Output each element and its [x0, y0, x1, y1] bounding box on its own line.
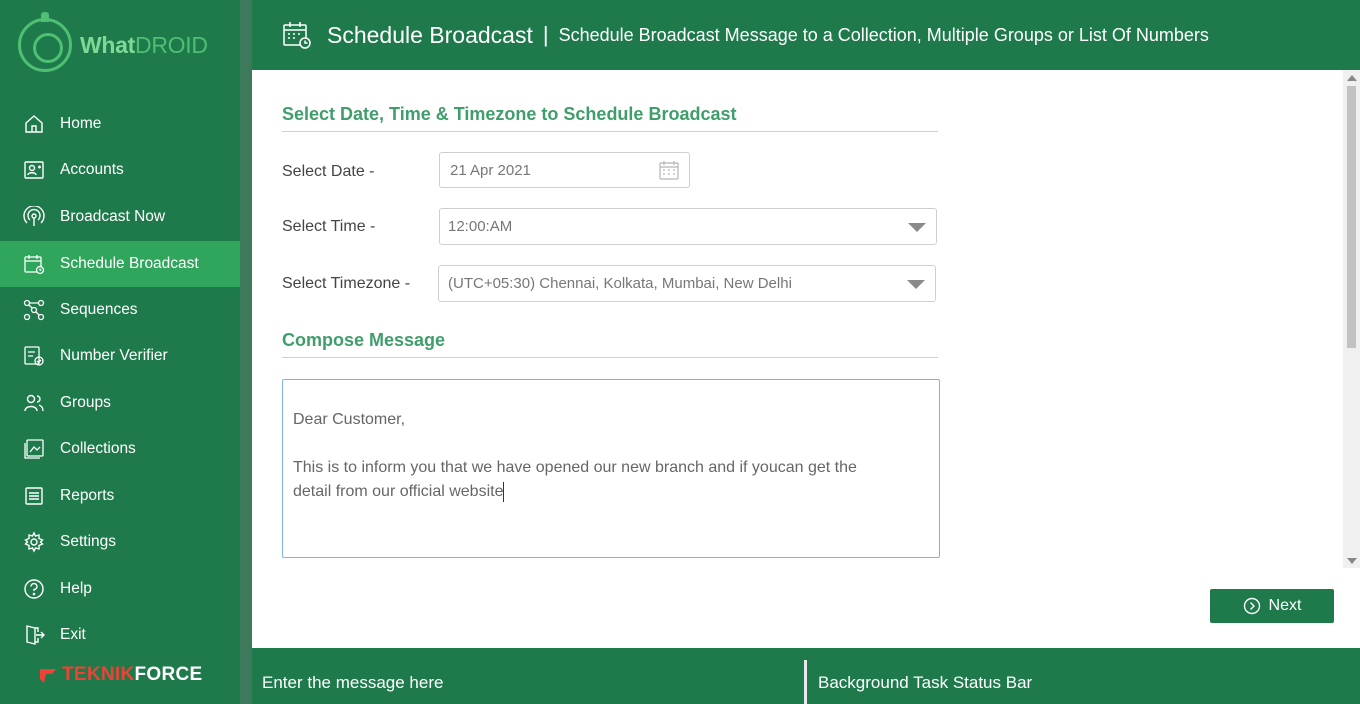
time-select[interactable]: 12:00:AM	[439, 208, 937, 245]
number-verifier-icon	[23, 345, 45, 367]
groups-icon	[23, 392, 45, 414]
message-line-last: detail from our official website	[293, 480, 929, 504]
accounts-icon	[23, 159, 45, 181]
sidebar-item-collections[interactable]: Collections	[0, 426, 240, 472]
sidebar-item-label: Broadcast Now	[60, 208, 166, 225]
header-separator: |	[542, 22, 549, 47]
timezone-select[interactable]: (UTC+05:30) Chennai, Kolkata, Mumbai, Ne…	[438, 265, 936, 302]
sidebar-item-label: Schedule Broadcast	[60, 255, 199, 272]
calendar-icon	[283, 22, 311, 49]
sidebar-item-label: Sequences	[60, 301, 138, 318]
page-title: Schedule Broadcast	[327, 21, 533, 48]
circle-chevron-right-icon	[1243, 597, 1260, 615]
scrollbar-thumb[interactable]	[1347, 86, 1356, 348]
calendar-icon	[23, 253, 45, 275]
brand-part2: FORCE	[134, 664, 203, 685]
message-textarea[interactable]: Dear Customer, This is to inform you tha…	[282, 379, 940, 558]
gear-icon	[23, 531, 45, 553]
app-name: WhatDROID	[80, 32, 208, 59]
next-label: Next	[1268, 597, 1302, 614]
chevron-down-icon	[907, 280, 925, 289]
reports-icon	[23, 485, 45, 507]
page-subtitle: Schedule Broadcast Message to a Collecti…	[558, 24, 1209, 45]
help-icon	[23, 578, 45, 600]
sidebar-item-exit[interactable]: Exit	[0, 612, 240, 658]
message-line: Dear Customer,	[293, 411, 406, 428]
status-divider	[804, 660, 807, 704]
app-name-part2: DROID	[135, 31, 208, 58]
home-icon	[23, 113, 45, 135]
brand-part1: TEKNIK	[62, 664, 135, 685]
whatdroid-logo-icon	[18, 12, 72, 72]
compose-section-title: Compose Message	[282, 330, 938, 358]
sidebar-item-label: Number Verifier	[60, 347, 168, 364]
page-header: Schedule Broadcast | Schedule Broadcast …	[252, 0, 1360, 70]
sidebar-item-label: Exit	[60, 626, 86, 643]
timezone-value: (UTC+05:30) Chennai, Kolkata, Mumbai, Ne…	[448, 275, 792, 292]
next-button[interactable]: Next	[1210, 589, 1334, 623]
sidebar-item-label: Reports	[60, 487, 115, 504]
date-picker[interactable]: 21 Apr 2021	[439, 152, 690, 188]
schedule-section-title: Select Date, Time & Timezone to Schedule…	[282, 104, 938, 132]
sidebar-item-reports[interactable]: Reports	[0, 473, 240, 519]
sidebar-item-help[interactable]: Help	[0, 566, 240, 612]
sidebar-item-home[interactable]: Home	[0, 101, 240, 147]
sidebar-item-sequences[interactable]: Sequences	[0, 287, 240, 333]
message-line-text: detail from our official website	[293, 483, 504, 500]
sidebar-item-number-verifier[interactable]: Number Verifier	[0, 333, 240, 379]
collections-icon	[23, 438, 45, 460]
background-task-status: Background Task Status Bar	[818, 673, 1033, 692]
sidebar: WhatDROID Home Accounts Broadcast Now Sc…	[0, 0, 240, 704]
text-caret	[503, 481, 505, 502]
sidebar-item-schedule-broadcast[interactable]: Schedule Broadcast	[0, 241, 240, 287]
status-bar: Enter the message here Background Task S…	[252, 648, 1360, 704]
time-label: Select Time -	[282, 218, 376, 235]
teknikforce-mark-icon	[40, 669, 56, 683]
sequences-icon	[23, 299, 45, 321]
date-label: Select Date -	[282, 163, 375, 180]
message-line: This is to inform you that we have opene…	[293, 459, 857, 476]
scroll-up-icon[interactable]	[1347, 75, 1357, 81]
chevron-down-icon	[908, 223, 926, 232]
calendar-picker-icon[interactable]	[659, 160, 679, 180]
app-logo: WhatDROID	[18, 12, 228, 78]
sidebar-item-groups[interactable]: Groups	[0, 380, 240, 426]
sidebar-item-broadcast-now[interactable]: Broadcast Now	[0, 194, 240, 240]
sidebar-item-accounts[interactable]: Accounts	[0, 147, 240, 193]
sidebar-item-label: Help	[60, 580, 92, 597]
sidebar-item-label: Home	[60, 115, 102, 132]
exit-icon	[23, 624, 45, 646]
sidebar-item-label: Accounts	[60, 161, 124, 178]
app-name-part1: What	[80, 31, 136, 58]
broadcast-icon	[23, 206, 45, 228]
sidebar-gutter	[240, 0, 252, 704]
main-content: Select Date, Time & Timezone to Schedule…	[252, 70, 1360, 648]
sidebar-item-label: Settings	[60, 533, 117, 550]
status-message: Enter the message here	[262, 673, 444, 692]
vertical-scrollbar[interactable]	[1343, 70, 1360, 568]
scroll-down-icon[interactable]	[1347, 558, 1357, 564]
time-value: 12:00:AM	[448, 218, 513, 235]
sidebar-item-label: Groups	[60, 394, 111, 411]
date-value: 21 Apr 2021	[450, 161, 531, 179]
timezone-label: Select Timezone -	[282, 275, 411, 292]
sidebar-item-settings[interactable]: Settings	[0, 519, 240, 565]
teknikforce-logo: TEKNIK FORCE	[38, 664, 203, 686]
sidebar-item-label: Collections	[60, 440, 136, 457]
